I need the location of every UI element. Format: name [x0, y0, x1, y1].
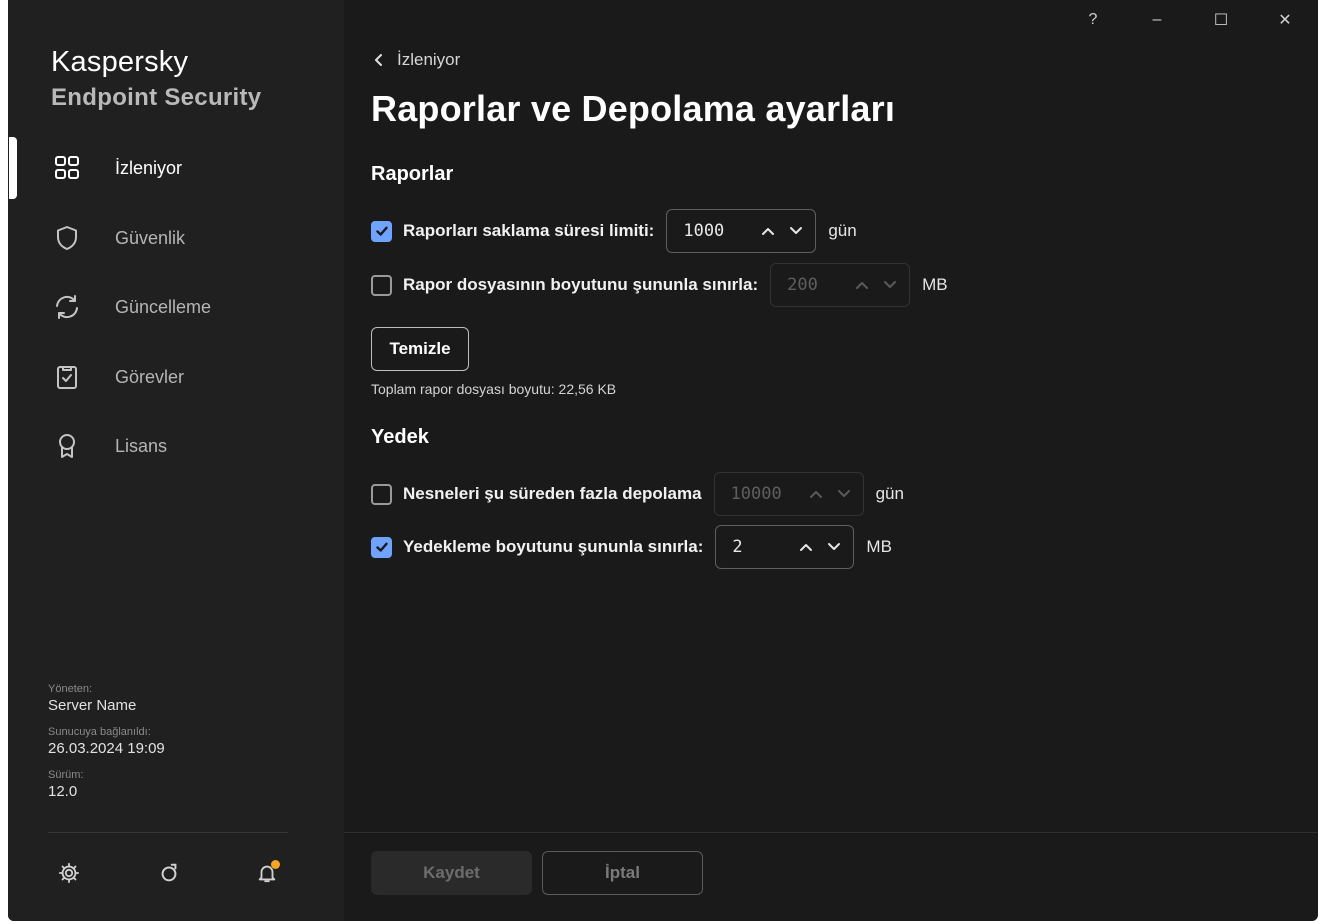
footer-divider	[344, 832, 1318, 833]
chevron-up-icon[interactable]	[799, 542, 813, 552]
version-value: 12.0	[48, 783, 78, 800]
support-icon[interactable]	[154, 858, 184, 888]
backup-retention-row: Nesneleri şu süreden fazla depolama 1000…	[371, 472, 904, 516]
backup-retention-checkbox[interactable]	[371, 483, 392, 505]
chevron-down-icon[interactable]	[837, 489, 851, 499]
unit-label: MB	[922, 275, 948, 294]
settings-icon[interactable]	[54, 858, 84, 888]
minimize-button[interactable]: –	[1134, 4, 1180, 36]
sidebar: Kaspersky Endpoint Security İzleniyor Gü…	[8, 0, 344, 921]
reports-section-title: Raporlar	[371, 163, 454, 185]
total-report-size-note: Toplam rapor dosyası boyutu: 22,56 KB	[371, 381, 617, 397]
connected-value: 26.03.2024 19:09	[48, 740, 165, 757]
brand-name: Kaspersky	[51, 46, 189, 78]
backup-size-stepper[interactable]: 2	[715, 525, 855, 569]
cancel-button[interactable]: İptal	[542, 851, 703, 895]
stepper-value: 200	[787, 275, 818, 295]
product-name: Endpoint Security	[51, 84, 262, 111]
report-size-stepper[interactable]: 200	[770, 263, 911, 307]
refresh-icon	[52, 292, 82, 322]
connected-label: Sunucuya bağlanıldı:	[48, 726, 151, 738]
report-retention-stepper[interactable]: 1000	[666, 209, 817, 253]
back-link-label: İzleniyor	[397, 50, 461, 69]
sidebar-item-security[interactable]: Güvenlik	[8, 210, 338, 266]
unit-label: MB	[866, 537, 892, 556]
chevron-up-icon[interactable]	[855, 280, 869, 290]
clear-reports-button[interactable]: Temizle	[371, 327, 469, 371]
chevron-up-icon[interactable]	[809, 489, 823, 499]
grid-icon	[52, 153, 82, 183]
sidebar-item-label: Görevler	[115, 366, 185, 387]
sidebar-item-license[interactable]: Lisans	[8, 418, 338, 474]
report-size-checkbox[interactable]	[371, 274, 392, 296]
report-retention-checkbox[interactable]	[371, 220, 392, 242]
chevron-down-icon[interactable]	[827, 542, 841, 552]
report-size-label: Rapor dosyasının boyutunu şununla sınırl…	[403, 275, 759, 294]
sidebar-item-label: Lisans	[115, 435, 168, 456]
notification-bell-icon[interactable]	[252, 858, 282, 888]
page-title: Raporlar ve Depolama ayarları	[371, 88, 896, 129]
help-button[interactable]: ?	[1070, 4, 1116, 36]
managed-by-value: Server Name	[48, 697, 137, 714]
report-size-row: Rapor dosyasının boyutunu şununla sınırl…	[371, 263, 948, 307]
award-icon	[52, 431, 82, 461]
sidebar-item-label: Güvenlik	[115, 227, 186, 248]
stepper-value: 2	[732, 537, 743, 557]
sidebar-item-update[interactable]: Güncelleme	[8, 279, 338, 335]
clipboard-check-icon	[52, 362, 82, 392]
back-link[interactable]: İzleniyor	[373, 50, 460, 70]
backup-retention-label: Nesneleri şu süreden fazla depolama	[403, 484, 702, 503]
unit-label: gün	[828, 221, 857, 240]
shield-icon	[52, 223, 82, 253]
backup-size-label: Yedekleme boyutunu şununla sınırla:	[403, 537, 704, 556]
chevron-up-icon[interactable]	[761, 226, 775, 236]
chevron-down-icon[interactable]	[789, 226, 803, 236]
app-window: Kaspersky Endpoint Security İzleniyor Gü…	[8, 0, 1318, 921]
backup-size-row: Yedekleme boyutunu şununla sınırla: 2 MB	[371, 525, 892, 569]
report-retention-label: Raporları saklama süresi limiti:	[403, 221, 655, 240]
unit-label: gün	[875, 484, 904, 503]
sidebar-divider	[48, 832, 288, 833]
notification-badge	[271, 860, 280, 869]
sidebar-item-label: Güncelleme	[115, 296, 212, 317]
sidebar-item-label: İzleniyor	[115, 157, 183, 178]
backup-size-checkbox[interactable]	[371, 536, 392, 558]
stepper-value: 1000	[683, 221, 725, 241]
sidebar-item-monitoring[interactable]: İzleniyor	[8, 140, 338, 196]
maximize-button[interactable]: ☐	[1198, 4, 1244, 36]
stepper-value: 10000	[730, 484, 782, 504]
chevron-down-icon[interactable]	[883, 280, 897, 290]
backup-section-title: Yedek	[371, 426, 429, 448]
version-label: Sürüm:	[48, 769, 84, 781]
report-retention-row: Raporları saklama süresi limiti: 1000 gü…	[371, 209, 857, 253]
save-button[interactable]: Kaydet	[371, 851, 532, 895]
close-button[interactable]: ✕	[1262, 4, 1308, 36]
managed-by-label: Yöneten:	[48, 683, 93, 695]
backup-retention-stepper[interactable]: 10000	[713, 472, 864, 516]
chevron-left-icon	[375, 54, 382, 66]
sidebar-item-tasks[interactable]: Görevler	[8, 349, 338, 405]
